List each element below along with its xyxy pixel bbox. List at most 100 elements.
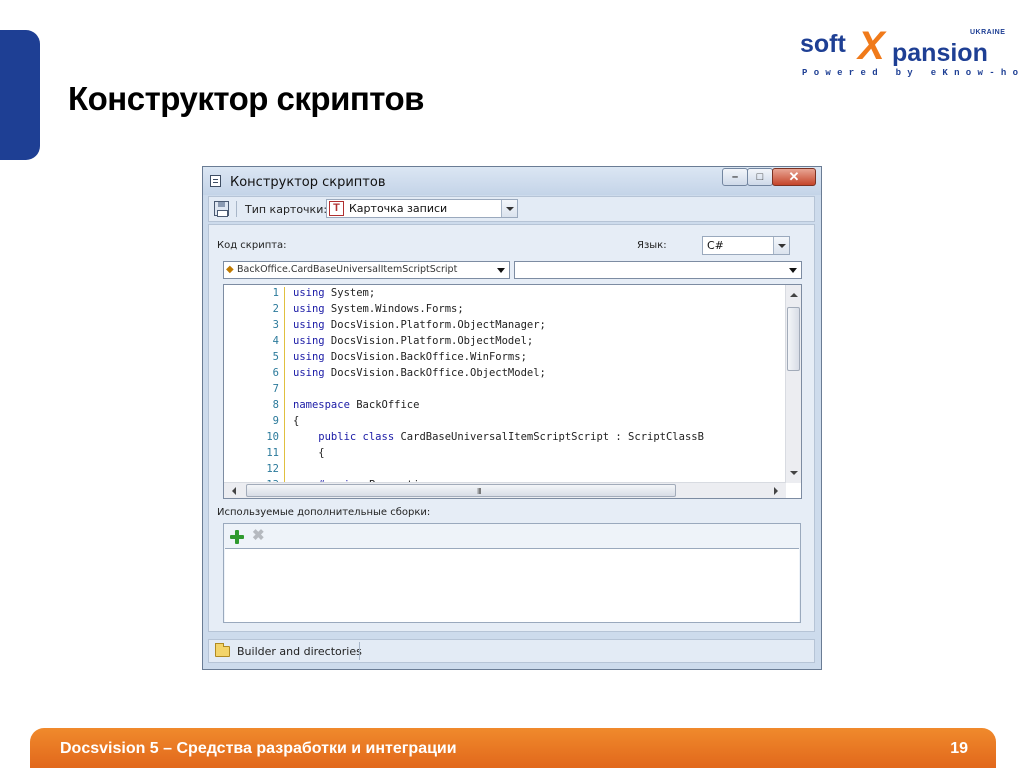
code-text: using DocsVision.Platform.ObjectManager; <box>293 319 546 331</box>
code-line[interactable]: 5 using DocsVision.BackOffice.WinForms; <box>224 351 784 367</box>
gutter-marker <box>284 319 285 335</box>
assemblies-list[interactable] <box>225 548 799 622</box>
logo-ukraine: UKRAINE <box>970 29 1006 36</box>
chevron-down-icon[interactable] <box>773 237 789 254</box>
code-text: using DocsVision.Platform.ObjectModel; <box>293 335 533 347</box>
card-type-select[interactable]: T Карточка записи <box>326 199 518 218</box>
gutter-marker <box>284 367 285 383</box>
chevron-down-icon[interactable] <box>787 263 800 277</box>
member-select[interactable] <box>514 261 802 279</box>
scroll-down-icon[interactable] <box>790 471 798 475</box>
code-rest: DocsVision.Platform.ObjectManager; <box>324 319 546 331</box>
scroll-right-icon[interactable] <box>774 487 778 495</box>
gutter-marker <box>284 383 285 399</box>
close-icon: ✕ <box>788 169 800 184</box>
horizontal-scroll-thumb[interactable]: III <box>246 484 676 497</box>
code-line[interactable]: 9{ <box>224 415 784 431</box>
gutter-marker <box>284 415 285 431</box>
language-select[interactable]: C# <box>702 236 790 255</box>
window-controls: – □ ✕ <box>722 168 816 186</box>
minimize-icon: – <box>731 171 739 183</box>
code-keyword: using <box>293 287 325 299</box>
status-separator <box>359 642 360 660</box>
vertical-scrollbar[interactable] <box>785 285 801 483</box>
chevron-down-icon[interactable] <box>501 200 517 217</box>
window-titlebar[interactable]: Конструктор скриптов – □ ✕ <box>203 167 821 195</box>
logo-pansion: pansion <box>892 39 988 67</box>
line-number: 10 <box>266 431 279 443</box>
line-number: 9 <box>272 415 279 427</box>
code-line[interactable]: 10 public class CardBaseUniversalItemScr… <box>224 431 784 447</box>
softxpansion-logo: soft X pansion UKRAINE Powered by eKnow-… <box>800 24 1024 86</box>
code-editor[interactable]: 1 using System; 2 using System.Windows.Form… <box>223 284 802 499</box>
code-line[interactable]: 2 using System.Windows.Forms; <box>224 303 784 319</box>
gutter-marker <box>284 399 285 415</box>
code-text: using System.Windows.Forms; <box>293 303 464 315</box>
code-rest: System.Windows.Forms; <box>324 303 464 315</box>
code-text: { <box>293 415 299 427</box>
save-icon[interactable] <box>214 201 229 217</box>
left-accent-tab <box>0 30 40 160</box>
gutter-marker <box>284 351 285 367</box>
toolbar-separator <box>236 201 237 217</box>
close-button[interactable]: ✕ <box>772 168 816 186</box>
code-rest: BackOffice <box>349 399 420 411</box>
code-rest: System; <box>324 287 376 299</box>
line-number: 5 <box>272 351 279 363</box>
remove-icon[interactable]: ✖ <box>252 528 265 543</box>
vertical-scroll-thumb[interactable] <box>787 307 800 371</box>
code-line[interactable]: 12 <box>224 463 784 479</box>
code-line[interactable]: 3 using DocsVision.Platform.ObjectManager… <box>224 319 784 335</box>
slide: Конструктор скриптов soft X pansion UKRA… <box>0 0 1024 768</box>
code-rest: DocsVision.Platform.ObjectModel; <box>324 335 534 347</box>
language-label: Язык: <box>637 240 667 251</box>
code-line[interactable]: 8 namespace BackOffice <box>224 399 784 415</box>
gutter-marker <box>284 447 285 463</box>
logo-x: X <box>858 24 885 68</box>
minimize-button[interactable]: – <box>722 168 748 186</box>
status-bar: Builder and directories <box>208 639 815 663</box>
slide-title: Конструктор скриптов <box>68 80 424 117</box>
code-rest: CardBaseUniversalItemScriptScript : Scri… <box>394 431 704 443</box>
page-number: 19 <box>950 740 968 757</box>
scroll-left-icon[interactable] <box>232 487 236 495</box>
window-app-icon <box>210 175 221 187</box>
gutter-marker <box>284 431 285 447</box>
code-line[interactable]: 1 using System; <box>224 287 784 303</box>
code-line[interactable]: 7 <box>224 383 784 399</box>
code-lines[interactable]: 1 using System; 2 using System.Windows.Form… <box>224 287 784 482</box>
line-number: 11 <box>266 447 279 459</box>
gutter-marker <box>284 287 285 303</box>
code-rest: { <box>293 415 300 427</box>
code-text: using DocsVision.BackOffice.ObjectModel; <box>293 367 546 379</box>
code-text: using DocsVision.BackOffice.WinForms; <box>293 351 527 363</box>
line-number: 1 <box>272 287 279 299</box>
code-text: public class CardBaseUniversalItemScript… <box>293 431 704 443</box>
logo-tagline: Powered by eKnow-how <box>802 68 1024 78</box>
line-number: 3 <box>272 319 279 331</box>
gutter-marker <box>284 463 285 479</box>
line-number: 12 <box>266 463 279 475</box>
code-line[interactable]: 4 using DocsVision.Platform.ObjectModel; <box>224 335 784 351</box>
chevron-down-icon[interactable] <box>495 263 508 277</box>
folder-icon[interactable] <box>215 643 230 657</box>
status-builder-directories[interactable]: Builder and directories <box>237 645 362 658</box>
code-text: namespace BackOffice <box>293 399 419 411</box>
code-line[interactable]: 11 { <box>224 447 784 463</box>
maximize-button[interactable]: □ <box>747 168 773 186</box>
card-type-value: Карточка записи <box>349 202 448 215</box>
scroll-up-icon[interactable] <box>790 293 798 297</box>
horizontal-scrollbar[interactable]: III <box>224 482 786 498</box>
footer-bar: Docsvision 5 – Средства разработки и инт… <box>30 728 996 768</box>
language-value: C# <box>707 239 724 252</box>
line-number: 8 <box>272 399 279 411</box>
class-select[interactable]: ◆ BackOffice.CardBaseUniversalItemScript… <box>223 261 510 279</box>
line-number: 4 <box>272 335 279 347</box>
class-icon: ◆ <box>226 264 234 275</box>
line-number: 2 <box>272 303 279 315</box>
add-icon[interactable] <box>230 530 244 544</box>
assemblies-label: Используемые дополнительные сборки: <box>217 507 431 518</box>
window-toolbar: Тип карточки: T Карточка записи <box>208 196 815 222</box>
scroll-grip: III <box>477 487 482 496</box>
code-line[interactable]: 6 using DocsVision.BackOffice.ObjectModel… <box>224 367 784 383</box>
